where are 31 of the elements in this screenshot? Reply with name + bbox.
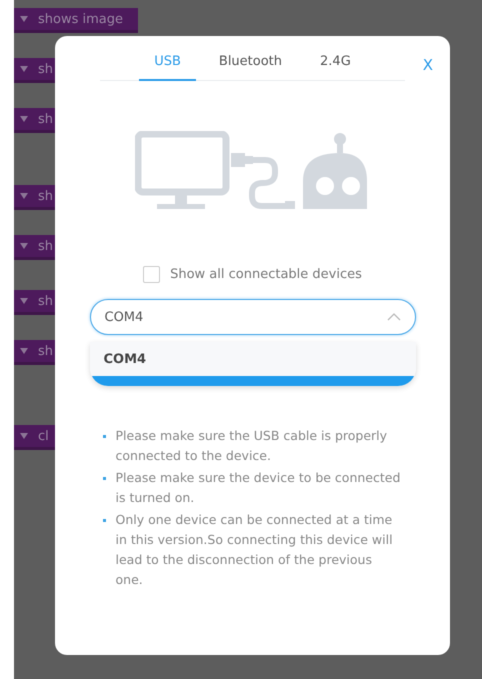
block-label: sh: [38, 238, 54, 254]
block-label: shows image: [38, 12, 123, 26]
code-block[interactable]: shows image: [14, 8, 138, 33]
bullet-icon: [102, 477, 106, 480]
block-label: sh: [38, 188, 54, 204]
caret-icon: [20, 433, 28, 439]
dropdown-option[interactable]: COM4: [90, 342, 416, 376]
caret-icon: [20, 66, 28, 72]
caret-icon: [20, 348, 28, 354]
checkbox[interactable]: [143, 266, 160, 283]
block-label: sh: [38, 62, 54, 76]
block-label: sh: [38, 294, 54, 308]
block-label: sh: [38, 344, 54, 358]
chevron-icon: [386, 313, 400, 321]
note-text: Please make sure the device to be connected is turned on.: [116, 469, 402, 507]
checkbox-label: Show all connectable devices: [170, 267, 362, 282]
note-text: Please make sure the USB cable is properly connected to the device.: [116, 427, 388, 465]
caret-icon: [20, 298, 28, 304]
block-label: sh: [38, 112, 54, 126]
caret-icon: [20, 243, 28, 249]
tab[interactable]: Bluetooth: [204, 48, 298, 81]
port-select[interactable]: COM4: [90, 299, 416, 335]
bullet-icon: [102, 435, 106, 438]
note-text: Only one device can be connected at a time in this version.So connecting this device will lead to the disconnection of the previous one.: [116, 511, 394, 589]
show-all-checkbox[interactable]: Show all connectable devices: [143, 266, 362, 283]
tab[interactable]: 2.4G: [305, 48, 366, 81]
caret-icon: [20, 16, 28, 22]
caret-icon: [20, 193, 28, 199]
block-label: cl: [38, 428, 49, 444]
bullet-icon: [102, 519, 106, 522]
caret-icon: [20, 116, 28, 122]
